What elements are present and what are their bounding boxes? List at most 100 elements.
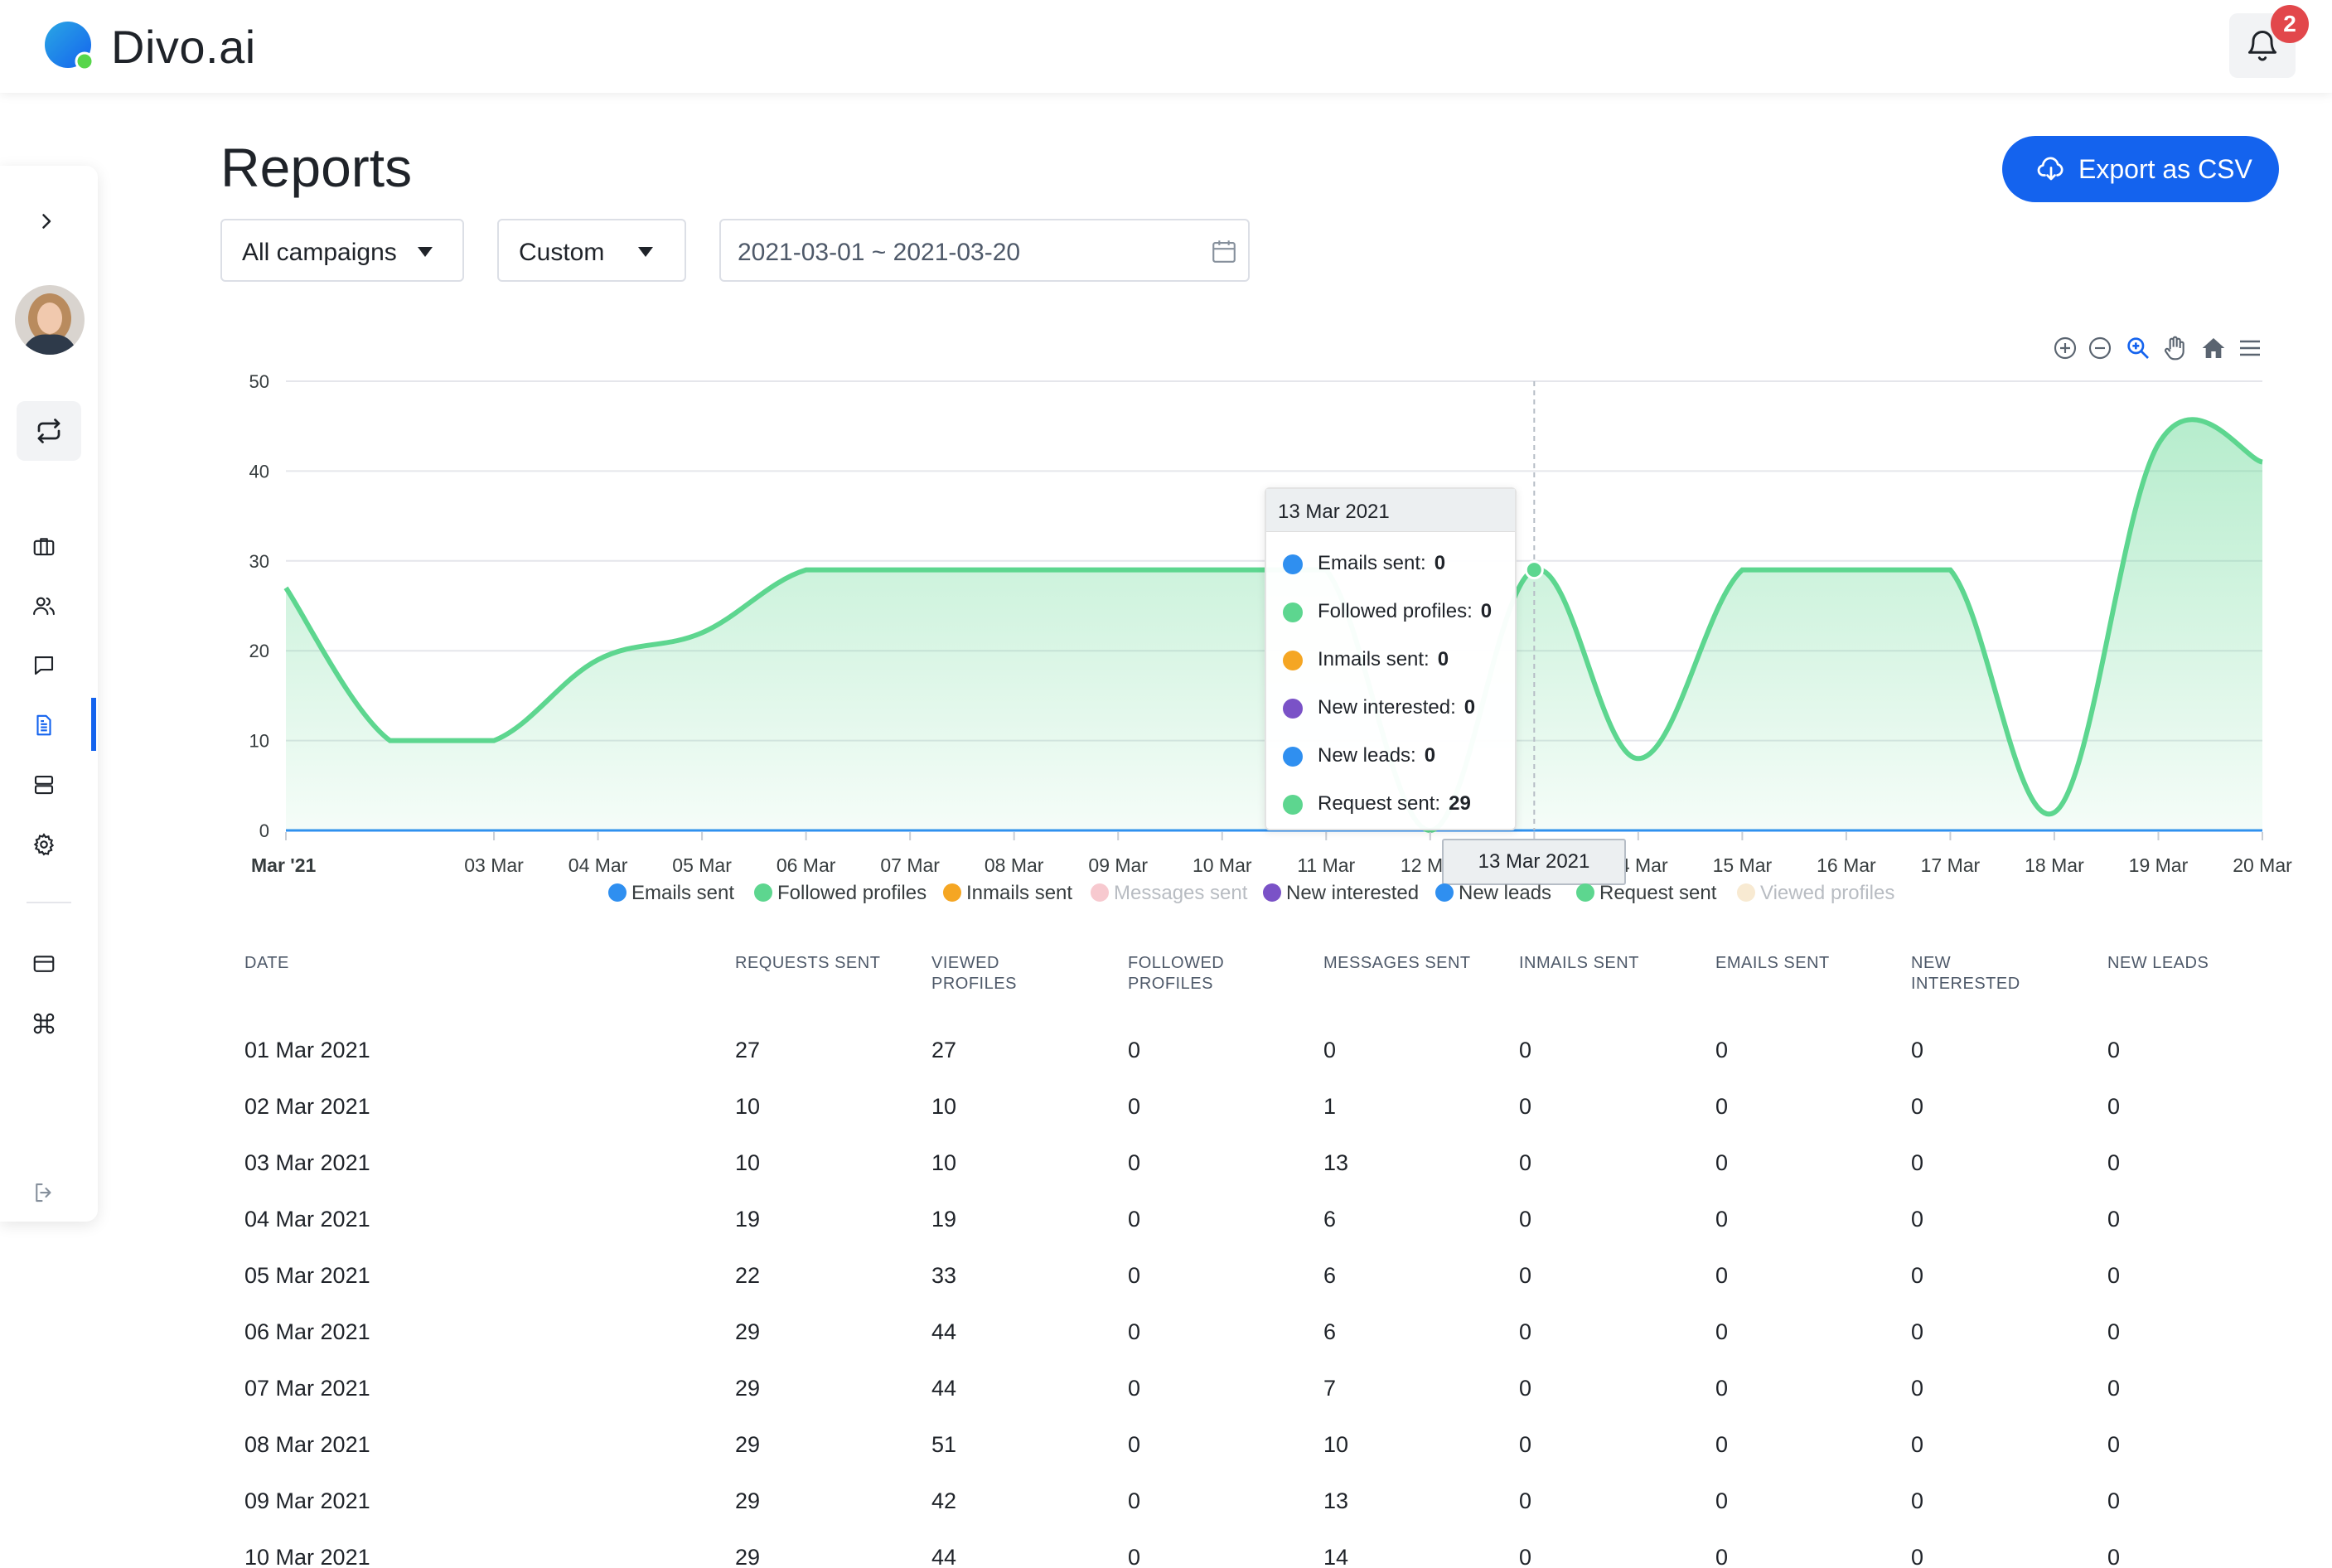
legend-label: Inmails sent: [966, 882, 1073, 904]
table-value-cell: 0: [1128, 1094, 1141, 1119]
y-tick-label: 0: [259, 820, 269, 841]
table-value-cell: 33: [931, 1263, 957, 1288]
table-value-cell: 0: [1911, 1432, 1924, 1457]
table-value-cell: 0: [2107, 1319, 2121, 1344]
legend-item[interactable]: Emails sent: [608, 882, 734, 905]
sidebar-item-settings[interactable]: [0, 817, 98, 870]
caret-down-icon: [418, 247, 433, 257]
legend-item[interactable]: Messages sent: [1091, 882, 1247, 905]
zoom-in-button[interactable]: [2052, 335, 2078, 365]
table-value-cell: 0: [1911, 1488, 1924, 1513]
sidebar-item-logout[interactable]: [0, 1165, 98, 1218]
x-tick-label: 16 Mar: [1817, 854, 1876, 876]
legend-item[interactable]: New interested: [1263, 882, 1419, 905]
table-value-cell: 0: [1128, 1263, 1141, 1288]
table-value-cell: 0: [2107, 1545, 2121, 1568]
pan-button[interactable]: [2161, 335, 2188, 365]
period-select-value: Custom: [519, 239, 605, 266]
table-header-text: DATE: [244, 954, 289, 972]
x-tick-label: 05 Mar: [672, 854, 732, 876]
selection-zoom-button[interactable]: [2125, 335, 2151, 365]
hamburger-menu-icon: [2240, 340, 2260, 356]
table-value-cell: 0: [1715, 1207, 1729, 1232]
period-select[interactable]: Custom: [497, 219, 686, 282]
table-date-cell: 01 Mar 2021: [244, 1038, 370, 1062]
table-value-cell: 19: [931, 1207, 957, 1232]
table-value-cell: 42: [931, 1488, 957, 1513]
sidebar-item-contacts[interactable]: [0, 578, 98, 632]
x-tick-label: 04 Mar: [568, 854, 628, 876]
tooltip-value: 29: [1449, 792, 1471, 815]
sidebar-item-campaigns[interactable]: [0, 519, 98, 572]
table-value-cell: 10: [931, 1150, 957, 1175]
legend-item[interactable]: Followed profiles: [754, 882, 927, 905]
campaign-select[interactable]: All campaigns: [220, 219, 464, 282]
switch-account-button[interactable]: [17, 401, 81, 461]
table-value-cell: 10: [931, 1094, 957, 1119]
user-avatar[interactable]: [15, 285, 85, 355]
table-value-cell: 0: [2107, 1038, 2121, 1062]
table-value-cell: 7: [1323, 1376, 1337, 1401]
table-value-cell: 0: [1911, 1150, 1924, 1175]
sidebar-item-reports[interactable]: [0, 698, 98, 751]
export-csv-button[interactable]: Export as CSV: [2002, 136, 2279, 202]
chart-menu-button[interactable]: [2236, 335, 2264, 365]
tooltip-value: 0: [1464, 696, 1476, 719]
swap-arrows-icon: [37, 419, 60, 443]
sidebar-item-shortcuts[interactable]: [0, 996, 98, 1049]
table-value-cell: 0: [2107, 1263, 2121, 1288]
table-value-cell: 29: [735, 1376, 761, 1401]
table-value-cell: 0: [1715, 1376, 1729, 1401]
table-value-cell: 0: [1911, 1376, 1924, 1401]
legend-label: Viewed profiles: [1760, 882, 1895, 904]
tooltip-value: 0: [1437, 648, 1449, 670]
table-value-cell: 0: [1128, 1488, 1141, 1513]
tooltip-value: 0: [1434, 552, 1446, 574]
tooltip-value: 0: [1480, 600, 1493, 622]
legend-marker-dot: [608, 883, 627, 902]
sidebar-expand-button[interactable]: [0, 194, 98, 247]
legend-marker-dot: [1737, 883, 1755, 902]
table-header-text: MESSAGES SENT: [1323, 954, 1471, 972]
legend-item[interactable]: Request sent: [1576, 882, 1716, 905]
reset-zoom-button[interactable]: [2199, 335, 2228, 365]
table-header-cell: MESSAGES SENT: [1323, 953, 1471, 974]
legend-label: Emails sent: [631, 882, 735, 904]
legend-item[interactable]: New leads: [1435, 882, 1551, 905]
date-range-value: 2021-03-01 ~ 2021-03-20: [738, 239, 1021, 266]
sidebar-item-servers[interactable]: [0, 757, 98, 811]
chevron-right-icon: [42, 214, 51, 229]
table-value-cell: 14: [1323, 1545, 1349, 1568]
sidebar-item-billing[interactable]: [0, 936, 98, 990]
table-value-cell: 0: [1323, 1038, 1337, 1062]
zoom-out-button[interactable]: [2087, 335, 2113, 365]
table-header-cell: INMAILS SENT: [1519, 953, 1639, 974]
table-value-cell: 0: [1519, 1376, 1532, 1401]
table-value-cell: 0: [1715, 1094, 1729, 1119]
table-value-cell: 44: [931, 1545, 957, 1568]
table-value-cell: 0: [2107, 1094, 2121, 1119]
legend-label: Messages sent: [1114, 882, 1248, 904]
tooltip-marker-dot: [1283, 650, 1303, 670]
table-header-cell: NEW LEADS: [2107, 953, 2209, 974]
sidebar-item-messages[interactable]: [0, 638, 98, 691]
table-value-cell: 0: [2107, 1207, 2121, 1232]
table-value-cell: 0: [1128, 1319, 1141, 1344]
table-header-text: VIEWED: [931, 954, 999, 972]
tooltip-value: 0: [1424, 744, 1436, 767]
legend-item[interactable]: Inmails sent: [943, 882, 1072, 905]
table-value-cell: 0: [1519, 1319, 1532, 1344]
legend-item[interactable]: Viewed profiles: [1737, 882, 1894, 905]
table-date-cell: 05 Mar 2021: [244, 1263, 370, 1288]
table-header-text: REQUESTS SENT: [735, 954, 881, 972]
table-value-cell: 0: [1715, 1545, 1729, 1568]
table-value-cell: 0: [1519, 1094, 1532, 1119]
x-tick-label: 09 Mar: [1088, 854, 1148, 876]
logout-icon: [36, 1183, 51, 1203]
table-value-cell: 22: [735, 1263, 761, 1288]
table-header-text: PROFILES: [1128, 975, 1213, 993]
table-header-text: PROFILES: [931, 975, 1017, 993]
date-range-picker[interactable]: 2021-03-01 ~ 2021-03-20: [719, 219, 1250, 282]
credit-card-icon: [33, 956, 55, 972]
table-value-cell: 0: [1715, 1432, 1729, 1457]
